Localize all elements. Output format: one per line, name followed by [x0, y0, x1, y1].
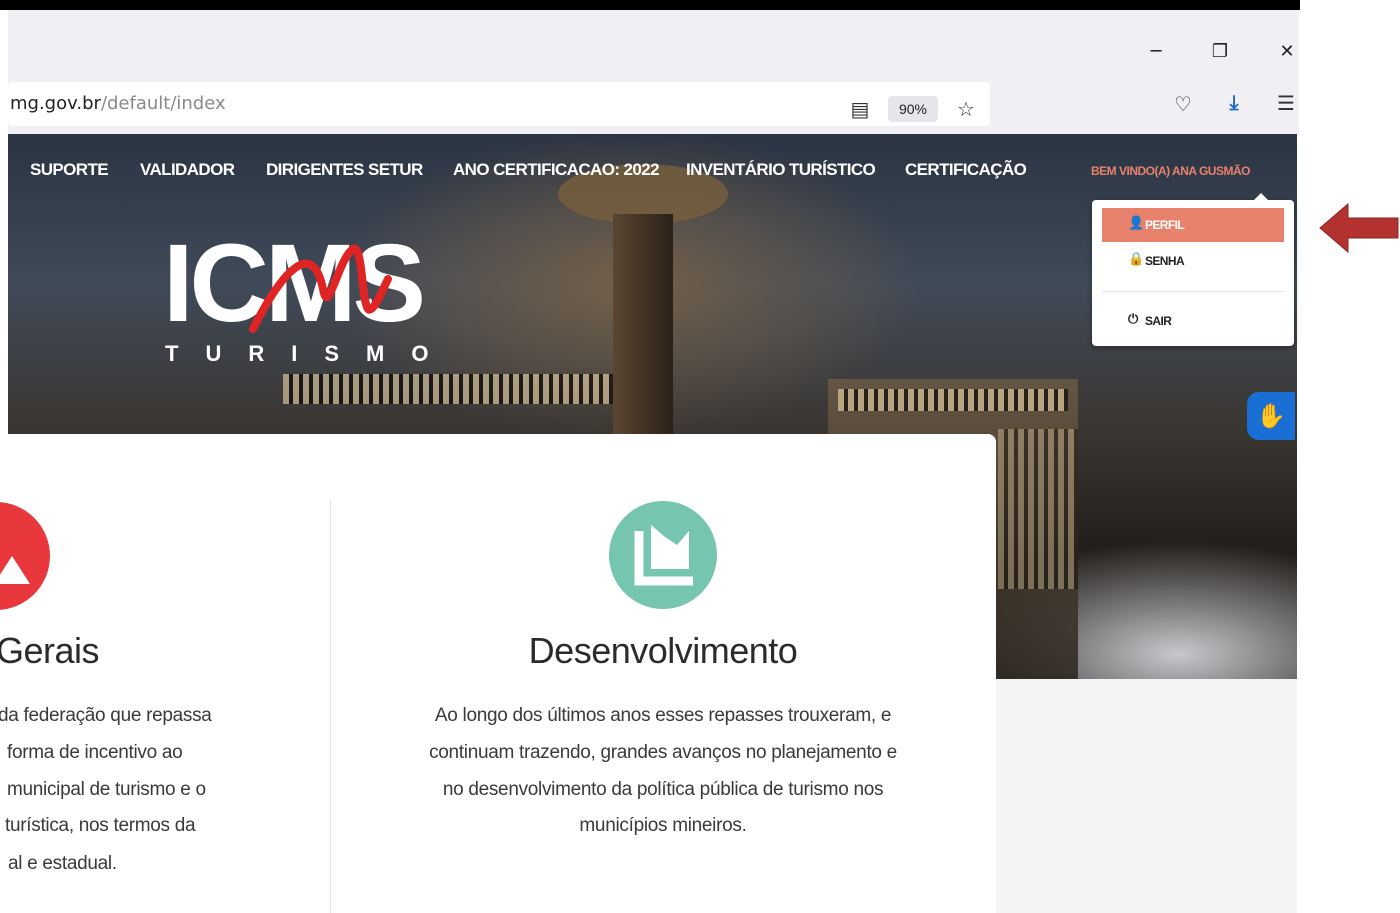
building-windows	[998, 429, 1078, 589]
user-menu-toggle[interactable]: BEM VINDO(A) ANA GUSMÃO	[1091, 164, 1250, 178]
icms-turismo-logo[interactable]: ICMS TURISMO	[163, 229, 503, 379]
logo-swoosh-icon	[249, 245, 392, 333]
url-path: /default/index	[100, 93, 226, 114]
page-background-strip	[996, 679, 1297, 913]
section-title-gerais: Gerais	[0, 630, 100, 671]
nav-item-ano-certificacao[interactable]: ANO CERTIFICACAO: 2022	[453, 160, 660, 180]
red-arrow-left-icon	[1319, 202, 1399, 254]
nav-item-validador[interactable]: VALIDADOR	[140, 160, 235, 180]
minimize-icon[interactable]: ─	[1134, 32, 1178, 72]
content-card	[8, 434, 996, 913]
gerais-text-line: turística, nos termos da	[5, 815, 196, 836]
window-top-border	[0, 0, 1300, 10]
logo-subtitle: TURISMO	[165, 341, 456, 366]
gerais-text-line: municipal de turismo e o	[7, 779, 206, 800]
url-text[interactable]: mg.gov.br/default/index	[10, 93, 226, 114]
chart-box-icon	[634, 525, 693, 586]
menu-divider	[1102, 291, 1284, 292]
site-navbar: SUPORTE VALIDADOR DIRIGENTES SETUR ANO C…	[8, 134, 1297, 204]
reader-view-icon[interactable]: ▤	[846, 97, 874, 121]
gerais-text-line: al e estadual.	[8, 853, 117, 874]
desenvolvimento-text-line: Ao longo dos últimos anos esses repasses…	[434, 705, 892, 726]
menu-item-perfil[interactable]: 👤 PERFIL	[1102, 208, 1284, 242]
nav-item-suporte[interactable]: SUPORTE	[30, 160, 109, 180]
power-icon: ⏻	[1128, 312, 1138, 327]
menu-item-sair[interactable]: ⏻ SAIR	[1102, 304, 1284, 338]
nav-item-certificacao[interactable]: CERTIFICAÇÃO	[905, 160, 1027, 180]
menu-icon[interactable]: ☰	[1272, 91, 1300, 115]
download-icon[interactable]: ⤓	[1220, 90, 1248, 114]
menu-item-label: PERFIL	[1145, 218, 1185, 232]
menu-item-label: SAIR	[1145, 314, 1172, 328]
desenvolvimento-text-line: no desenvolvimento da política pública d…	[442, 779, 884, 800]
building-windows	[838, 389, 1068, 411]
browser-titlebar: ─ ❐ ✕	[8, 10, 1299, 76]
restore-icon[interactable]: ❐	[1198, 32, 1242, 72]
desenvolvimento-text-line: continuam trazendo, grandes avanços no p…	[429, 742, 897, 763]
zoom-level-badge[interactable]: 90%	[888, 96, 938, 122]
vlibras-hands-icon[interactable]: ✋	[1247, 392, 1295, 440]
section-title-desenvolvimento: Desenvolvimento	[528, 630, 798, 671]
column-divider	[330, 500, 331, 913]
user-dropdown-menu: 👤 PERFIL 🔒 SENHA ⏻ SAIR	[1092, 193, 1294, 346]
menu-item-senha[interactable]: 🔒 SENHA	[1102, 244, 1284, 278]
nav-item-dirigentes-setur[interactable]: DIRIGENTES SETUR	[266, 160, 423, 180]
url-host: mg.gov.br	[10, 93, 101, 114]
user-icon: 👤	[1128, 216, 1144, 231]
close-icon[interactable]: ✕	[1265, 32, 1309, 72]
desenvolvimento-text-line: municípios mineiros.	[579, 815, 747, 836]
desenvolvimento-icon	[609, 501, 717, 609]
address-bar[interactable]: mg.gov.br/default/index ▤ 90% ☆	[8, 82, 990, 126]
pocket-icon[interactable]: ♡	[1169, 92, 1197, 116]
bookmark-star-icon[interactable]: ☆	[952, 97, 980, 121]
nav-item-inventario-turistico[interactable]: INVENTÁRIO TURÍSTICO	[686, 160, 876, 180]
lock-icon: 🔒	[1128, 252, 1144, 267]
tower-shape	[613, 214, 673, 434]
browser-toolbar: mg.gov.br/default/index ▤ 90% ☆ ♡ ⤓ ☰	[8, 76, 1299, 134]
gerais-text-line: forma de incentivo ao	[7, 742, 183, 763]
gerais-text-line: da federação que repassa	[0, 705, 212, 726]
menu-item-label: SENHA	[1145, 254, 1185, 268]
